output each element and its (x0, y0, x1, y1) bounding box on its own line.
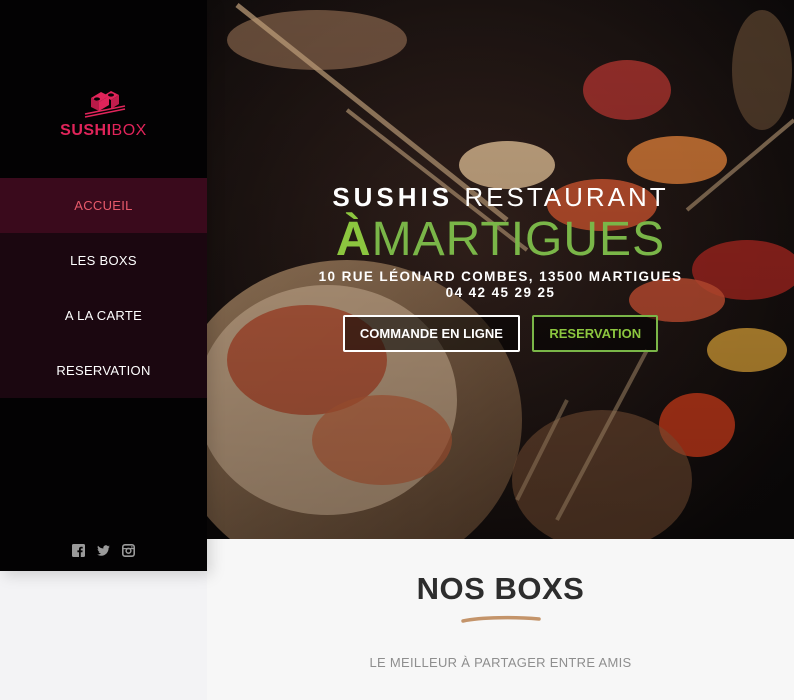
main-nav: ACCUEIL LES BOXS A LA CARTE RESERVATION (0, 178, 207, 398)
nav-item-reservation[interactable]: RESERVATION (0, 343, 207, 398)
sushi-logo-icon (84, 91, 125, 118)
hero-title-light: RESTAURANT (464, 182, 669, 212)
sidebar: SUSHIBOX ACCUEIL LES BOXS A LA CARTE RES… (0, 0, 207, 571)
nav-item-les-boxs[interactable]: LES BOXS (0, 233, 207, 288)
hero-text: SUSHIS RESTAURANT ÀMARTIGUES 10 RUE LÉON… (207, 182, 794, 300)
facebook-icon[interactable] (71, 544, 85, 558)
twitter-icon[interactable] (97, 544, 110, 557)
nav-item-accueil[interactable]: ACCUEIL (0, 178, 207, 233)
hero-title: SUSHIS RESTAURANT (207, 182, 794, 213)
hero-phone[interactable]: 04 42 45 29 25 (207, 285, 794, 300)
logo-text-bold: SUSHI (60, 122, 112, 139)
hero-city: ÀMARTIGUES (207, 215, 794, 265)
section-title: NOS BOXS (416, 571, 585, 606)
hero-banner: SUSHIS RESTAURANT ÀMARTIGUES 10 RUE LÉON… (207, 0, 794, 539)
hero-city-name: MARTIGUES (371, 213, 666, 266)
logo-text: SUSHIBOX (0, 122, 207, 140)
instagram-icon[interactable] (122, 544, 136, 558)
logo-text-light: BOX (111, 122, 147, 139)
social-links (0, 542, 207, 560)
section-subtitle: LE MEILLEUR À PARTAGER ENTRE AMIS (369, 655, 632, 670)
order-online-button[interactable]: COMMANDE EN LIGNE (342, 315, 520, 352)
nav-item-a-la-carte[interactable]: A LA CARTE (0, 288, 207, 343)
hero-address: 10 RUE LÉONARD COMBES, 13500 MARTIGUES (318, 269, 683, 284)
boxes-section: NOS BOXS LE MEILLEUR À PARTAGER ENTRE AM… (207, 539, 794, 700)
hero-city-accent: À (335, 213, 372, 266)
reservation-button[interactable]: RESERVATION (532, 315, 659, 352)
logo[interactable]: SUSHIBOX (0, 84, 207, 140)
title-underline-decoration (460, 615, 541, 623)
hero-title-bold: SUSHIS (332, 182, 454, 212)
hero-actions: COMMANDE EN LIGNE RESERVATION (207, 315, 794, 352)
